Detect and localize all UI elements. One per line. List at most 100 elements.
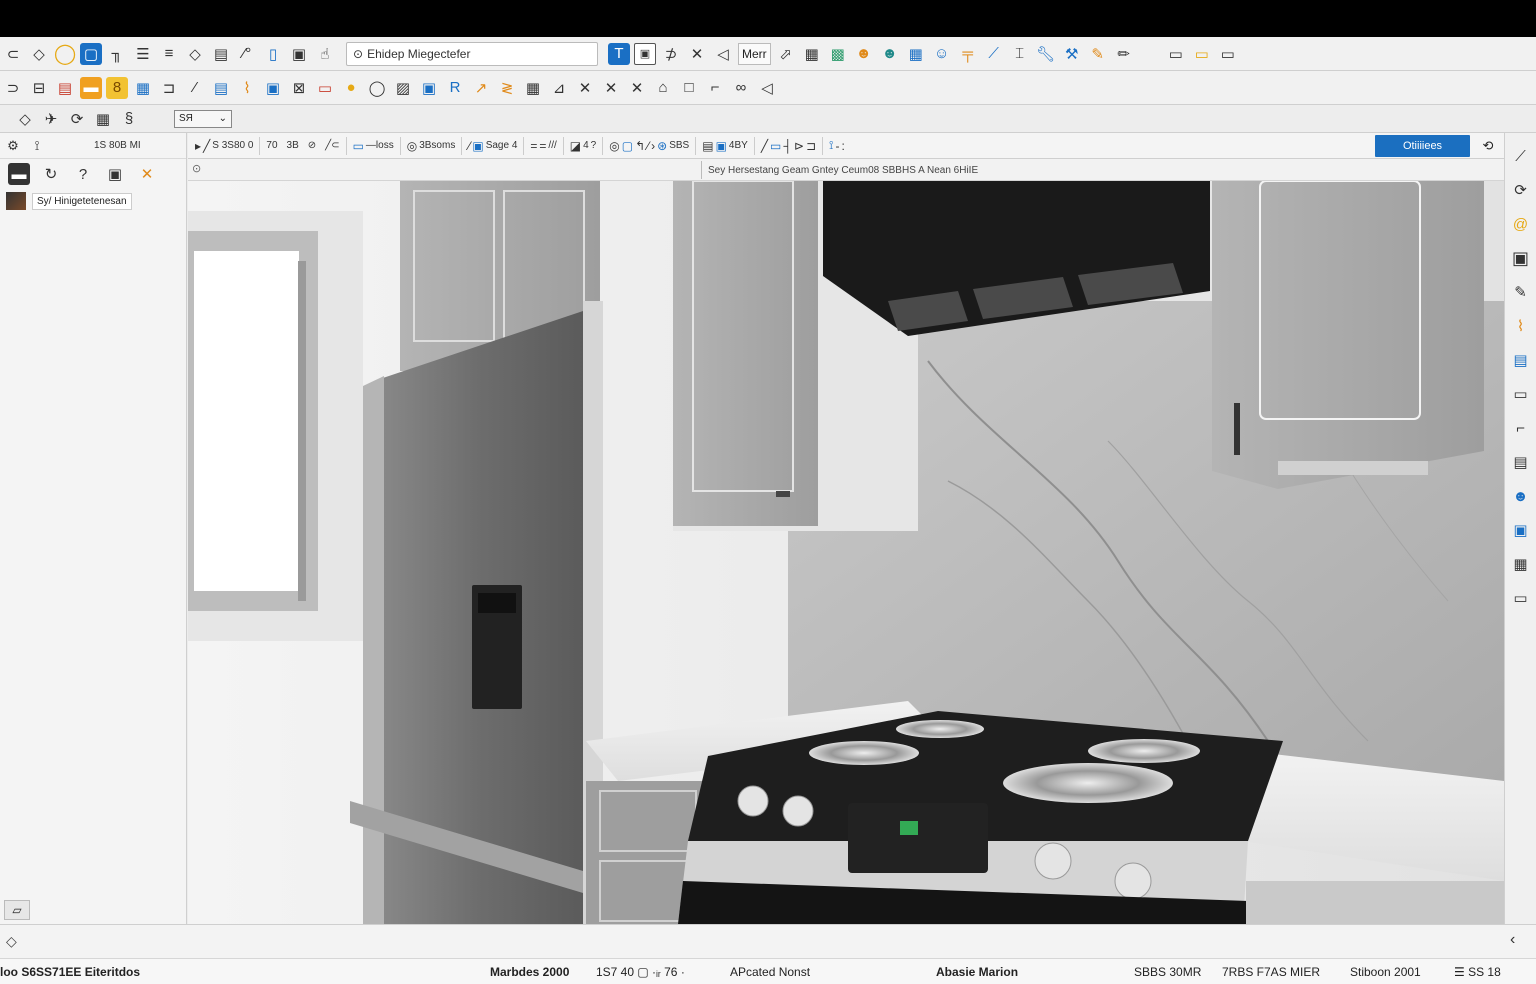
rotate-blue-icon[interactable]: R (444, 77, 466, 99)
eraser-icon[interactable]: ◇ (14, 108, 36, 130)
arrow-left-icon[interactable]: ◁ (756, 77, 778, 99)
frame-icon[interactable]: ▣ (634, 42, 656, 65)
measure-icon[interactable]: ⁄ (184, 77, 206, 99)
hook-icon[interactable]: ⌐ (1510, 417, 1532, 439)
opt-g[interactable]: ⁄ ▣ Sage 4 (465, 139, 520, 153)
opt-i[interactable]: ◪ 4? (567, 139, 599, 153)
align-icon[interactable]: ⊟ (28, 77, 50, 99)
opt-k[interactable]: ▤ ▣ 4BY (699, 139, 751, 153)
opt-f[interactable]: ◎ 3Bsoms (404, 139, 459, 153)
door-icon[interactable]: ▯ (262, 43, 284, 65)
rotate-right-icon[interactable]: ⟳ (1510, 179, 1532, 201)
panel-blue-icon[interactable]: ▣ (1510, 519, 1532, 541)
pen-icon[interactable]: ⁄° (236, 43, 258, 65)
hammer-icon[interactable]: ⚒︎ (1061, 43, 1083, 65)
cross-icon[interactable]: ✕ (686, 43, 708, 65)
opt-h[interactable]: = =/// (527, 139, 559, 153)
grid-small-icon[interactable]: ▦ (522, 77, 544, 99)
bracket-icon[interactable]: ⊐ (158, 77, 180, 99)
sheet-icon[interactable]: ▤ (210, 77, 232, 99)
arrow-right-icon[interactable]: ⊅ (660, 43, 682, 65)
lines-icon[interactable]: ≡ (158, 43, 180, 65)
refresh-icon[interactable]: ↻ (40, 163, 62, 185)
opt-c[interactable]: ⊘ (305, 140, 319, 151)
brush-right-icon[interactable]: ✎ (1510, 281, 1532, 303)
cursor-icon[interactable]: ⊂ (2, 43, 24, 65)
bird-icon[interactable]: ✈︎ (40, 108, 62, 130)
layers-dark-icon[interactable]: ▬ (8, 163, 30, 185)
circle-tool-icon[interactable]: ◯ (54, 43, 76, 65)
tape-icon[interactable]: ↗ (470, 77, 492, 99)
table-right-icon[interactable]: ▤ (1510, 349, 1532, 371)
angle-icon[interactable]: ⌐ (704, 77, 726, 99)
opt-d[interactable]: ╱⊂ (322, 140, 342, 151)
people-icon[interactable]: ☻ (1510, 485, 1532, 507)
diamond-icon[interactable]: ◇ (28, 43, 50, 65)
tools-cross-icon[interactable]: ✕ (136, 163, 158, 185)
rotate3d-icon[interactable]: ⟳ (66, 108, 88, 130)
grid-icon[interactable]: ▦ (801, 43, 823, 65)
layer-icon[interactable]: ▤ (54, 77, 76, 99)
search-input[interactable]: ⊙ Ehidep Miegectefer (346, 41, 598, 66)
pencil-icon[interactable]: ✏︎ (1113, 43, 1135, 65)
small-panel-icon[interactable]: ▭ (1510, 587, 1532, 609)
chevron-left-icon[interactable]: ‹ (1510, 931, 1515, 949)
material-icon[interactable]: ▬ (80, 76, 102, 99)
label-button[interactable]: Merr (738, 42, 771, 65)
person-icon[interactable]: ☻ (853, 43, 875, 65)
photo-icon[interactable]: ▣ (104, 163, 126, 185)
bulb-icon[interactable]: ● (340, 77, 362, 99)
opt-b[interactable]: 3B (284, 140, 302, 151)
table-icon[interactable]: ▦ (132, 77, 154, 99)
scale-icon[interactable]: ≷ (496, 77, 518, 99)
bench-icon[interactable]: ╤ (957, 43, 979, 65)
doc-icon[interactable]: ▣ (288, 43, 310, 65)
spline-icon[interactable]: ⟋ (1510, 145, 1532, 167)
status-zoom[interactable]: ☰ SS 18 (1454, 965, 1501, 979)
dropper-icon[interactable]: ⟋ (983, 43, 1005, 65)
text-tool-icon[interactable]: T (608, 42, 630, 65)
grid-view-icon[interactable]: ▦ (92, 108, 114, 130)
chart-icon[interactable]: ⊠ (288, 77, 310, 99)
x3-icon[interactable]: ✕ (626, 77, 648, 99)
collapse-panel-icon[interactable]: ▱ (4, 900, 30, 920)
hand-icon[interactable]: ☝ (314, 43, 336, 65)
settings-icon[interactable]: ⚙︎ (4, 137, 22, 155)
paintbrush-icon[interactable]: ⌇ (1510, 315, 1532, 337)
undo-icon[interactable]: ⟲ (1476, 136, 1500, 156)
panel-right-icon[interactable]: ▭ (1217, 43, 1239, 65)
card-icon[interactable]: ▭ (1510, 383, 1532, 405)
stack-icon[interactable]: ▤ (210, 43, 232, 65)
opt-m[interactable]: ⟟ -: (826, 138, 848, 153)
question-icon[interactable]: ? (72, 163, 94, 185)
spring-icon[interactable]: § (118, 108, 140, 130)
diamond-outline-icon[interactable]: ◇ (184, 43, 206, 65)
pin-icon[interactable]: ╖ (106, 43, 128, 65)
diamond-small-icon[interactable]: ◇ (6, 933, 17, 950)
box-blue-icon[interactable]: ▣ (418, 77, 440, 99)
image-icon[interactable]: ▩ (827, 43, 849, 65)
trapezoid-icon[interactable]: ⊿ (548, 77, 570, 99)
wrench-icon[interactable]: 🔧︎ (1035, 43, 1057, 65)
user-icon[interactable]: ☺ (931, 43, 953, 65)
column-icon[interactable]: ⌶ (1009, 43, 1031, 65)
group-icon[interactable]: ☻ (879, 43, 901, 65)
folder-icon[interactable]: ▭ (1191, 43, 1213, 65)
x-icon[interactable]: ✕ (574, 77, 596, 99)
shelf-icon[interactable]: ▭ (314, 77, 336, 99)
grid-right-icon[interactable]: ▦ (1510, 553, 1532, 575)
panel-icon[interactable]: ▭ (1165, 43, 1187, 65)
square-tool-icon[interactable]: ▢ (80, 42, 102, 65)
ring-icon[interactable]: ◯ (366, 77, 388, 99)
render-viewport[interactable]: ⊙ Sey Hersestang Geam Gntey Ceum08 SBBHS… (188, 159, 1504, 924)
monitor-icon[interactable]: ▣ (1510, 247, 1532, 269)
x2-icon[interactable]: ✕ (600, 77, 622, 99)
brush-icon[interactable]: ✎ (1087, 43, 1109, 65)
opt-select[interactable]: ▸ ╱ S 3S80 0 (192, 139, 256, 153)
rect-outline-icon[interactable]: □ (678, 77, 700, 99)
lock-icon[interactable]: 8 (106, 76, 128, 99)
pin-small-icon[interactable]: ⟟ (28, 137, 46, 155)
layer-item[interactable]: Sy/ Hinigetetenesan (6, 191, 180, 211)
shape-icon[interactable]: ⬀ (775, 43, 797, 65)
swirl-icon[interactable]: @ (1510, 213, 1532, 235)
